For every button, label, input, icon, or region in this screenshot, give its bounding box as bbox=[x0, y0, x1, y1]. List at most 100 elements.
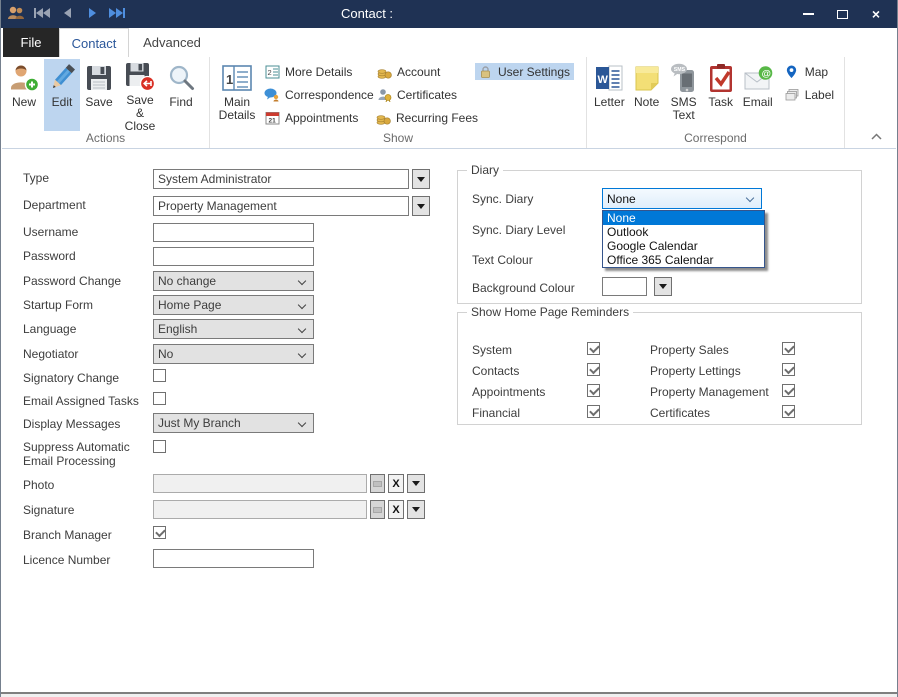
property-management-checkbox[interactable] bbox=[782, 384, 795, 397]
signature-field[interactable] bbox=[153, 500, 367, 519]
collapse-ribbon-button[interactable] bbox=[868, 130, 884, 142]
signatory-change-label: Signatory Change bbox=[23, 371, 153, 385]
licence-number-input[interactable] bbox=[153, 549, 314, 568]
system-checkbox[interactable] bbox=[587, 342, 600, 355]
main-details-button[interactable]: 1 Main Details bbox=[214, 59, 260, 131]
department-combo[interactable]: Property Management bbox=[153, 196, 409, 216]
property-lettings-label: Property Lettings bbox=[650, 364, 741, 378]
type-combo[interactable]: System Administrator bbox=[153, 169, 409, 189]
user-settings-button[interactable]: User Settings bbox=[475, 63, 574, 80]
tab-file[interactable]: File bbox=[3, 28, 59, 57]
reminders-group-title: Show Home Page Reminders bbox=[467, 305, 633, 319]
more-details-button[interactable]: 2 More Details bbox=[262, 63, 374, 80]
startup-form-select[interactable]: Home Page bbox=[153, 295, 314, 315]
edit-button[interactable]: Edit bbox=[44, 59, 80, 131]
background-colour-drop-button[interactable] bbox=[654, 277, 672, 296]
save-button[interactable]: Save bbox=[82, 59, 116, 131]
correspondence-icon bbox=[264, 87, 280, 103]
close-button[interactable]: × bbox=[859, 0, 893, 28]
svg-text:1: 1 bbox=[226, 72, 233, 87]
signature-clear-button[interactable]: X bbox=[388, 500, 404, 519]
negotiator-select[interactable]: No bbox=[153, 344, 314, 364]
photo-clear-button[interactable]: X bbox=[388, 474, 404, 493]
text-colour-label: Text Colour bbox=[472, 253, 533, 267]
branch-manager-checkbox[interactable] bbox=[153, 526, 166, 539]
email-envelope-icon: @ bbox=[743, 62, 773, 94]
signature-drop-button[interactable] bbox=[407, 500, 425, 519]
tab-contact[interactable]: Contact bbox=[59, 28, 129, 57]
lock-icon bbox=[477, 64, 493, 80]
department-label: Department bbox=[23, 198, 153, 212]
new-button[interactable]: New bbox=[6, 59, 42, 131]
language-label: Language bbox=[23, 322, 153, 336]
svg-text:SMS: SMS bbox=[673, 67, 685, 73]
last-record-button[interactable] bbox=[109, 5, 125, 21]
property-sales-checkbox[interactable] bbox=[782, 342, 795, 355]
save-close-button[interactable]: Save & Close bbox=[118, 59, 162, 131]
recurring-fees-button[interactable]: Recurring Fees bbox=[374, 109, 475, 126]
first-record-button[interactable] bbox=[34, 5, 50, 21]
correspondence-button[interactable]: Correspondence bbox=[262, 86, 374, 103]
appointments-checkbox[interactable] bbox=[587, 384, 600, 397]
password-change-select[interactable]: No change bbox=[153, 271, 314, 291]
department-drop-button[interactable] bbox=[412, 196, 430, 216]
background-colour-label: Background Colour bbox=[472, 281, 575, 295]
dropdown-option-outlook[interactable]: Outlook bbox=[603, 225, 764, 239]
minimize-button[interactable] bbox=[791, 0, 825, 28]
dropdown-option-none[interactable]: None bbox=[603, 211, 764, 225]
sync-diary-dropdown-list: None Outlook Google Calendar Office 365 … bbox=[602, 210, 765, 268]
photo-field[interactable] bbox=[153, 474, 367, 493]
dropdown-option-office365-calendar[interactable]: Office 365 Calendar bbox=[603, 253, 764, 267]
group-label-actions: Actions bbox=[2, 131, 209, 148]
certificates-button[interactable]: Certificates bbox=[374, 86, 475, 103]
chevron-down-icon bbox=[298, 301, 306, 309]
certificates-checkbox[interactable] bbox=[782, 405, 795, 418]
branch-manager-label: Branch Manager bbox=[23, 528, 153, 542]
next-record-button[interactable] bbox=[84, 5, 100, 21]
display-messages-select[interactable]: Just My Branch bbox=[153, 413, 314, 433]
financial-checkbox[interactable] bbox=[587, 405, 600, 418]
dropdown-arrow-icon bbox=[412, 507, 420, 512]
contacts-checkbox[interactable] bbox=[587, 363, 600, 376]
appointments-label: Appointments bbox=[472, 385, 545, 399]
contacts-label: Contacts bbox=[472, 364, 519, 378]
map-button[interactable]: Map bbox=[782, 63, 838, 80]
signatory-change-checkbox[interactable] bbox=[153, 369, 166, 382]
label-button[interactable]: Label bbox=[782, 86, 838, 103]
language-select[interactable]: English bbox=[153, 319, 314, 339]
letter-word-icon: W bbox=[594, 62, 624, 94]
task-button[interactable]: Task bbox=[704, 59, 738, 131]
appointments-button[interactable]: 21 Appointments bbox=[262, 109, 374, 126]
dropdown-arrow-icon bbox=[659, 284, 667, 289]
sms-text-button[interactable]: SMS SMS Text bbox=[666, 59, 702, 131]
sync-diary-combo[interactable]: None bbox=[602, 188, 762, 209]
username-input[interactable] bbox=[153, 223, 314, 242]
save-floppy-icon bbox=[85, 62, 113, 94]
letter-button[interactable]: W Letter bbox=[591, 59, 628, 131]
dropdown-option-google-calendar[interactable]: Google Calendar bbox=[603, 239, 764, 253]
labels-stack-icon bbox=[784, 87, 800, 103]
tab-advanced[interactable]: Advanced bbox=[129, 28, 215, 57]
type-drop-button[interactable] bbox=[412, 169, 430, 189]
sticky-note-icon bbox=[633, 62, 661, 94]
photo-drop-button[interactable] bbox=[407, 474, 425, 493]
recurring-fees-coins-icon bbox=[376, 110, 391, 126]
suppress-auto-email-checkbox[interactable] bbox=[153, 440, 166, 453]
password-input[interactable] bbox=[153, 247, 314, 266]
find-button[interactable]: Find bbox=[164, 59, 198, 131]
maximize-button[interactable] bbox=[825, 0, 859, 28]
reminders-groupbox: Show Home Page Reminders System Property… bbox=[457, 312, 862, 425]
photo-browse-button[interactable] bbox=[370, 474, 385, 493]
folder-icon bbox=[373, 507, 382, 513]
find-magnifier-icon bbox=[167, 62, 195, 94]
background-colour-swatch[interactable] bbox=[602, 277, 647, 296]
signature-browse-button[interactable] bbox=[370, 500, 385, 519]
previous-record-button[interactable] bbox=[59, 5, 75, 21]
contacts-people-icon bbox=[7, 5, 25, 21]
note-button[interactable]: Note bbox=[630, 59, 664, 131]
password-label: Password bbox=[23, 249, 153, 263]
property-lettings-checkbox[interactable] bbox=[782, 363, 795, 376]
account-button[interactable]: Account bbox=[374, 63, 475, 80]
email-button[interactable]: @ Email bbox=[740, 59, 776, 131]
email-assigned-tasks-checkbox[interactable] bbox=[153, 392, 166, 405]
